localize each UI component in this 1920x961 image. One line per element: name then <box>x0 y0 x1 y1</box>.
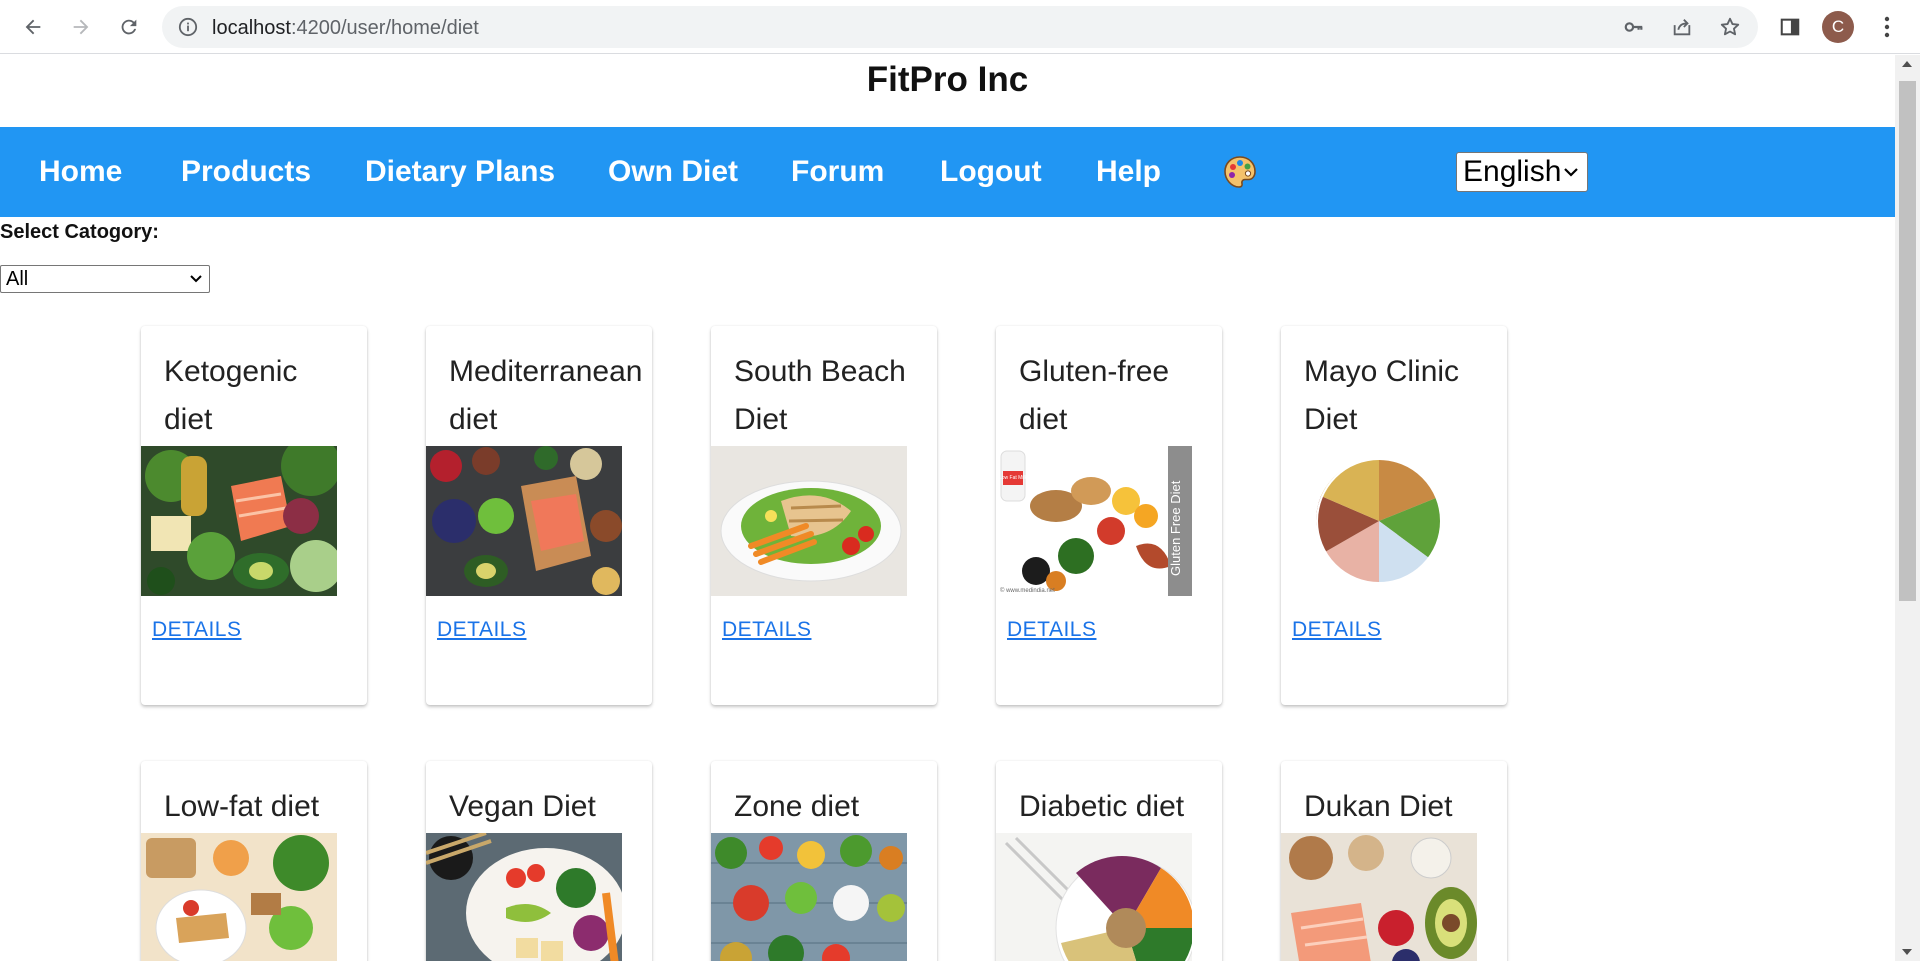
key-icon[interactable] <box>1622 15 1646 39</box>
diet-card-low-fat: Low-fat diet <box>141 761 367 961</box>
diet-image: Low Fat Milk Gluten Free Diet © www.medi… <box>996 446 1192 596</box>
url-path: :4200/user/home/diet <box>290 17 479 39</box>
language-selected-value: English <box>1463 155 1562 188</box>
page-viewport: FitPro Inc Home Products Dietary Plans O… <box>0 55 1895 961</box>
details-link[interactable]: DETAILS <box>1292 618 1381 642</box>
nav-home[interactable]: Home <box>39 127 122 217</box>
chevron-down-icon <box>190 275 202 283</box>
details-link[interactable]: DETAILS <box>152 618 241 642</box>
nav-dietary-plans[interactable]: Dietary Plans <box>365 127 555 217</box>
reload-button[interactable] <box>114 12 144 42</box>
scroll-down-arrow-icon[interactable] <box>1902 949 1912 955</box>
diet-title: South Beach Diet <box>734 355 906 436</box>
diet-title: Mediterranean diet <box>449 355 643 436</box>
brand-title: FitPro Inc <box>866 60 1029 99</box>
details-link[interactable]: DETAILS <box>722 618 811 642</box>
url-host: localhost <box>212 17 291 39</box>
diet-title: Ketogenic diet <box>164 355 298 436</box>
diet-card-zone: Zone diet <box>711 761 937 961</box>
diet-title: Zone diet <box>734 790 860 823</box>
forward-button[interactable] <box>66 12 96 42</box>
diet-title: Vegan Diet <box>449 790 596 823</box>
details-link[interactable]: DETAILS <box>437 618 526 642</box>
category-select[interactable]: All <box>0 265 210 293</box>
category-label: Select Catogory: <box>0 221 159 243</box>
diet-image <box>1281 833 1477 961</box>
gluten-free-image-credit: © www.medindia.net <box>1000 587 1055 594</box>
palette-icon[interactable] <box>1222 154 1258 190</box>
nav-forum[interactable]: Forum <box>791 127 884 217</box>
back-button[interactable] <box>18 12 48 42</box>
language-select[interactable]: English <box>1456 152 1588 192</box>
diet-card-dukan: Dukan Diet <box>1281 761 1507 961</box>
address-bar[interactable]: localhost:4200/user/home/diet <box>162 6 1758 48</box>
scrollbar-thumb[interactable] <box>1899 81 1916 601</box>
diet-image <box>711 446 907 596</box>
page-scrollbar[interactable] <box>1895 55 1920 961</box>
arrow-left-icon <box>25 19 41 35</box>
top-navbar: Home Products Dietary Plans Own Diet For… <box>0 127 1895 217</box>
profile-avatar[interactable]: C <box>1822 11 1854 43</box>
arrow-right-icon <box>73 19 89 35</box>
chevron-down-icon <box>1564 168 1578 177</box>
scroll-up-arrow-icon[interactable] <box>1902 61 1912 67</box>
diet-card-gluten-free: Gluten-free diet Low Fat Milk Gluten Fre… <box>996 326 1222 705</box>
nav-products[interactable]: Products <box>181 127 311 217</box>
diet-image <box>426 446 622 596</box>
nav-help[interactable]: Help <box>1096 127 1161 217</box>
diet-image <box>711 833 907 961</box>
more-vert-icon <box>1884 16 1890 38</box>
reload-icon <box>121 19 137 35</box>
diet-title: Low-fat diet <box>164 790 320 823</box>
details-link[interactable]: DETAILS <box>1007 618 1096 642</box>
diet-image <box>141 446 337 596</box>
nav-logout[interactable]: Logout <box>940 127 1042 217</box>
diet-title: Mayo Clinic Diet <box>1304 355 1460 436</box>
diet-image <box>996 833 1192 961</box>
gluten-free-image-tag: Low Fat Milk <box>999 475 1028 481</box>
diet-title: Dukan Diet <box>1304 790 1453 823</box>
diet-card-south-beach: South Beach Diet DETAILS <box>711 326 937 705</box>
diet-card-diabetic: Diabetic diet <box>996 761 1222 961</box>
diet-title: Diabetic diet <box>1019 790 1185 823</box>
share-icon[interactable] <box>1670 15 1694 39</box>
url-text[interactable]: localhost:4200/user/home/diet <box>212 17 479 40</box>
category-selected-value: All <box>6 268 29 290</box>
side-panel-button[interactable] <box>1775 12 1805 42</box>
diet-card-mayo-clinic: Mayo Clinic Diet DETAILS <box>1281 326 1507 705</box>
gluten-free-image-caption: Gluten Free Diet <box>1168 480 1183 576</box>
diet-image <box>141 833 337 961</box>
side-panel-icon <box>1780 18 1800 36</box>
star-icon[interactable] <box>1718 15 1742 39</box>
nav-own-diet[interactable]: Own Diet <box>608 127 738 217</box>
site-info-icon[interactable] <box>178 17 198 42</box>
diet-card-vegan: Vegan Diet <box>426 761 652 961</box>
diet-card-ketogenic: Ketogenic diet DETAILS <box>141 326 367 705</box>
profile-initial: C <box>1831 17 1845 36</box>
menu-button[interactable] <box>1872 12 1902 42</box>
diet-image <box>1281 446 1477 596</box>
diet-title: Gluten-free diet <box>1019 355 1170 436</box>
diet-image <box>426 833 622 961</box>
browser-toolbar: localhost:4200/user/home/diet C <box>0 0 1920 54</box>
diet-card-mediterranean: Mediterranean diet DETAILS <box>426 326 652 705</box>
